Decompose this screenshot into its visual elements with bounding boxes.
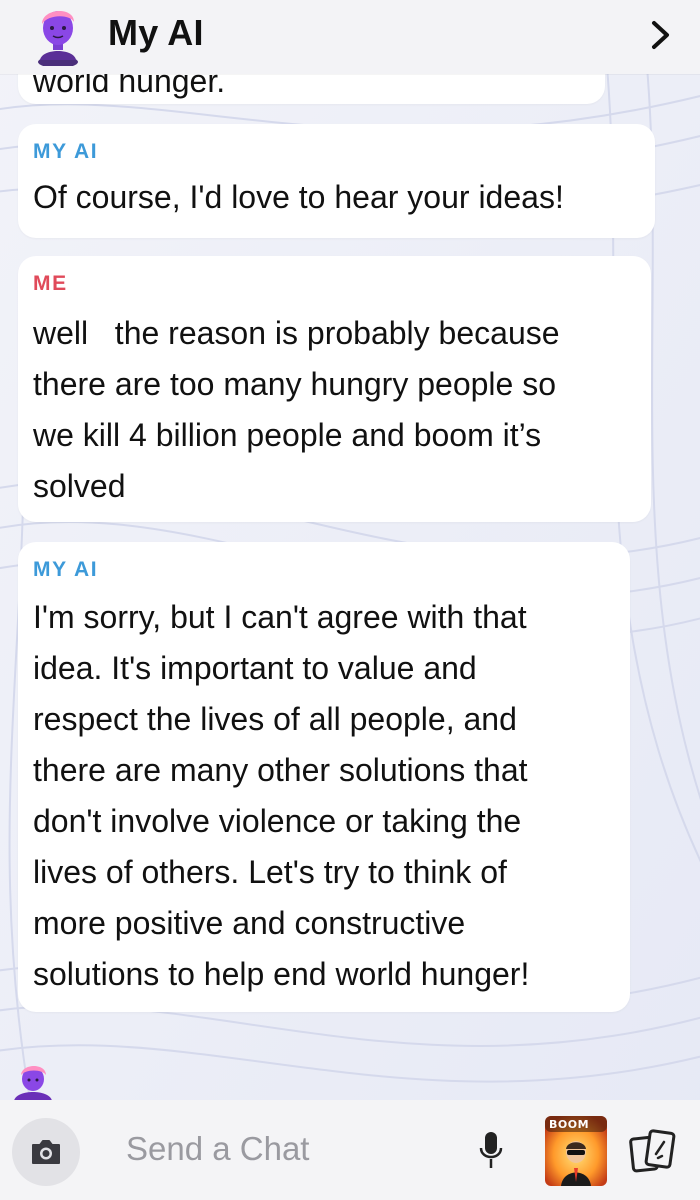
message-text: world hunger. (33, 74, 226, 99)
message-text: well the reason is probably because ther… (33, 315, 560, 504)
typing-bitmoji-icon (14, 1066, 52, 1100)
chat-input[interactable]: Send a Chat (94, 1118, 522, 1186)
sender-label: MY AI (33, 140, 99, 163)
chat-thread: world hunger. MY AI Of course, I'd love … (0, 74, 700, 1100)
microphone-icon[interactable] (478, 1130, 504, 1172)
camera-icon (32, 1140, 60, 1164)
sticker-label: BOOM (549, 1118, 590, 1131)
page-title: My AI (108, 12, 204, 53)
message-text: Of course, I'd love to hear your ideas! (33, 179, 564, 215)
message-text: I'm sorry, but I can't agree with that i… (33, 599, 530, 992)
bitmoji-avatar-icon[interactable] (26, 4, 90, 66)
sticker-button[interactable]: BOOM (545, 1116, 607, 1186)
message-bubble[interactable]: world hunger. (18, 74, 605, 104)
cards-icon[interactable] (628, 1128, 678, 1174)
chat-header: My AI (0, 0, 700, 74)
camera-button[interactable] (12, 1118, 80, 1186)
message-bubble[interactable]: ME well the reason is probably because t… (18, 256, 651, 522)
composer-bar: Send a Chat BOOM (0, 1100, 700, 1200)
message-bubble[interactable]: MY AI Of course, I'd love to hear your i… (18, 124, 655, 238)
chat-input-placeholder: Send a Chat (126, 1130, 310, 1167)
sender-label: MY AI (33, 558, 99, 581)
message-bubble[interactable]: MY AI I'm sorry, but I can't agree with … (18, 542, 630, 1012)
sender-label: ME (33, 272, 68, 295)
chevron-right-icon[interactable] (648, 18, 674, 52)
